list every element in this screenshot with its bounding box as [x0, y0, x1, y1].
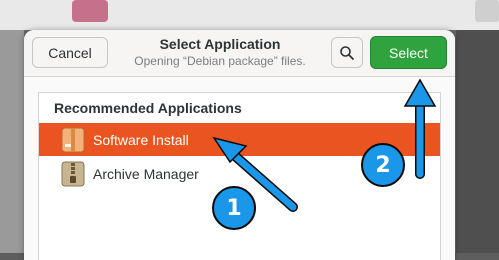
list-item-label: Software Install	[93, 131, 189, 148]
step-1-badge: 1	[212, 186, 256, 230]
list-heading: Recommended Applications	[54, 100, 242, 116]
cancel-button[interactable]: Cancel	[32, 37, 108, 68]
dialog-subtitle: Opening “Debian package” files.	[134, 54, 306, 68]
background-left-panel	[0, 30, 24, 253]
background-app-tile	[72, 0, 108, 22]
search-icon	[340, 45, 354, 60]
search-button[interactable]	[331, 37, 363, 68]
list-item-label: Archive Manager	[93, 165, 199, 182]
background-window-control	[475, 0, 499, 22]
select-button[interactable]: Select	[370, 36, 447, 69]
background-right-panel	[456, 30, 499, 253]
dialog-headerbar: Cancel Select Application Opening “Debia…	[24, 30, 455, 77]
package-icon	[61, 127, 85, 153]
zip-archive-icon	[61, 161, 85, 187]
step-2-badge: 2	[361, 143, 405, 187]
dialog-title: Select Application	[159, 36, 281, 52]
